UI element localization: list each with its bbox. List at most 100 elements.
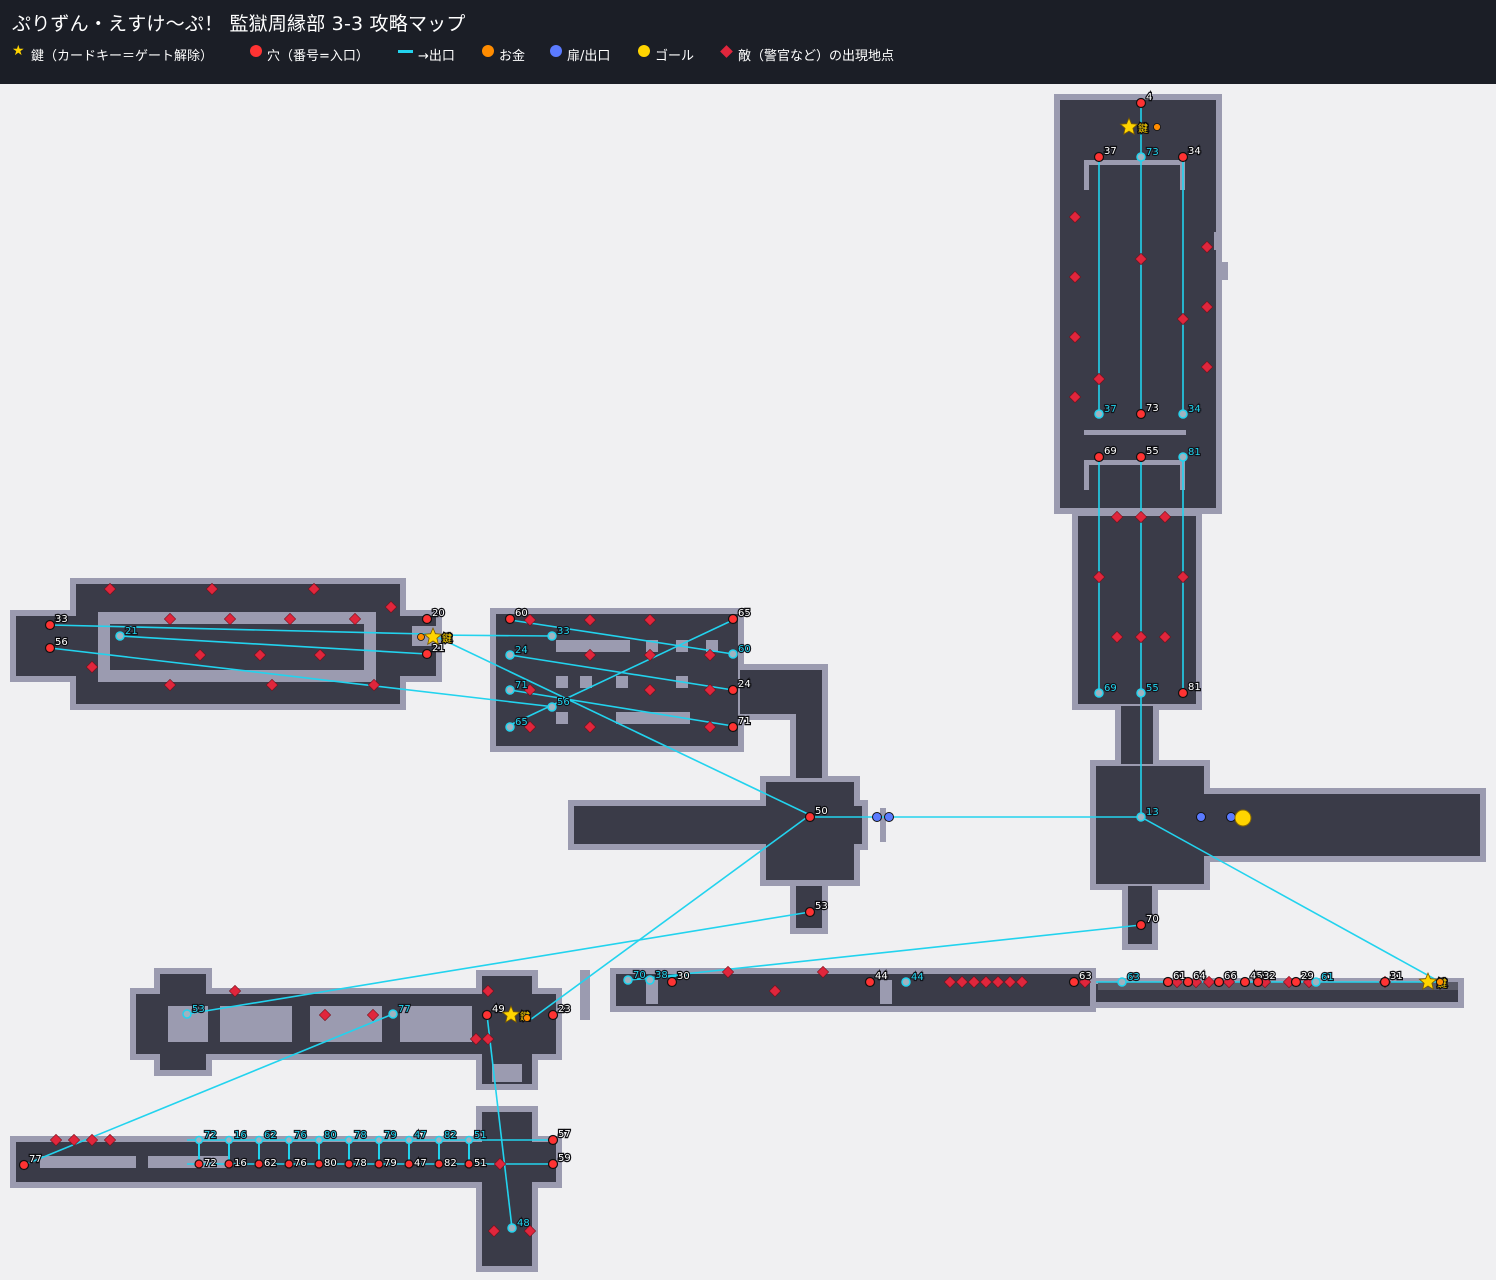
hole-number-label: 32 <box>1263 971 1276 982</box>
hole-dot-icon <box>250 45 262 57</box>
exit-marker-icon <box>547 702 557 712</box>
hole-marker-icon <box>1093 451 1105 463</box>
exit-number-label: 51 <box>474 1130 487 1141</box>
room-floor <box>1121 706 1153 764</box>
hole-number-label: 49 <box>492 1004 505 1015</box>
exit-marker-icon <box>901 977 911 987</box>
wall-block <box>616 676 628 688</box>
hole-number-label: 77 <box>29 1154 42 1165</box>
exit-number-label: 76 <box>294 1130 307 1141</box>
exit-number-label: 65 <box>515 717 528 728</box>
legend-label: 扉/出口 <box>567 48 611 64</box>
exit-number-label: 56 <box>557 697 570 708</box>
money-dot-icon <box>482 45 494 57</box>
hole-marker-icon <box>1379 976 1391 988</box>
wall-block <box>1084 430 1186 435</box>
wall-block <box>98 612 376 624</box>
hole-marker-icon <box>1093 151 1105 163</box>
exit-number-label: 13 <box>1146 807 1159 818</box>
hole-number-label: 70 <box>1146 914 1159 925</box>
exit-number-label: 21 <box>125 626 138 637</box>
exit-marker-icon <box>434 1135 444 1145</box>
exit-number-label: 38 <box>655 970 668 981</box>
exit-marker-icon <box>284 1135 294 1145</box>
hole-number-label: 69 <box>1104 446 1117 457</box>
hole-marker-icon <box>464 1159 474 1169</box>
exit-number-label: 73 <box>1146 147 1159 158</box>
wall-block <box>364 612 376 682</box>
hole-number-label: 33 <box>55 614 68 625</box>
hole-number-label: 60 <box>515 608 528 619</box>
star-icon: ★ <box>12 43 25 59</box>
hole-marker-icon <box>727 613 739 625</box>
legend-item-hole: 穴（番号=入口） <box>250 44 369 64</box>
key-label: 鍵 <box>1138 122 1148 135</box>
hole-marker-icon <box>1177 687 1189 699</box>
hole-number-label: 73 <box>1146 403 1159 414</box>
door-dot-icon <box>550 45 562 57</box>
exit-number-label: 24 <box>515 645 528 656</box>
exit-number-label: 37 <box>1104 404 1117 415</box>
legend-item-enemy: 敵（警官など）の出現地点 <box>720 44 894 64</box>
exit-number-label: 71 <box>515 680 528 691</box>
hole-marker-icon <box>434 1159 444 1169</box>
hole-marker-icon <box>727 684 739 696</box>
hole-number-label: 16 <box>234 1158 247 1169</box>
room-floor <box>76 584 400 704</box>
map-canvas[interactable]: 73 37 34 69 55 81 21 60 33 24 71 56 65 13 53 77 48 70 38 44… <box>0 84 1496 1280</box>
exit-number-label: 63 <box>1127 972 1140 983</box>
door-dot-icon <box>884 812 894 822</box>
exit-marker-icon <box>194 1135 204 1145</box>
hole-marker-icon <box>284 1159 294 1169</box>
hole-marker-icon <box>547 1158 559 1170</box>
legend-item-door: 扉/出口 <box>550 44 610 64</box>
hole-number-label: 78 <box>354 1158 367 1169</box>
hole-number-label: 56 <box>55 637 68 648</box>
hole-marker-icon <box>44 619 56 631</box>
wall-block <box>556 640 630 652</box>
exit-marker-icon <box>505 685 515 695</box>
hole-marker-icon <box>1135 919 1147 931</box>
hole-number-label: 59 <box>558 1153 571 1164</box>
exit-marker-icon <box>182 1009 192 1019</box>
door-dot-icon <box>1196 812 1206 822</box>
wall-block <box>220 1006 292 1042</box>
enemy-diamond-icon <box>720 44 733 58</box>
hole-number-label: 34 <box>1188 146 1201 157</box>
hole-marker-icon <box>254 1159 264 1169</box>
hole-marker-icon <box>374 1159 384 1169</box>
page-title: ぷりずん・えすけ〜ぷ！ 監獄周縁部 3-3 攻略マップ <box>12 13 466 35</box>
exit-number-label: 69 <box>1104 683 1117 694</box>
hole-number-label: 30 <box>677 971 690 982</box>
wall-block <box>492 1064 522 1082</box>
exit-number-label: 53 <box>192 1004 205 1015</box>
hole-marker-icon <box>481 1009 493 1021</box>
exit-marker-icon <box>1136 152 1146 162</box>
exit-marker-icon <box>224 1135 234 1145</box>
door-dot-icon <box>1226 812 1236 822</box>
hole-marker-icon <box>1239 976 1251 988</box>
wall-block <box>880 808 886 842</box>
hole-marker-icon <box>1135 97 1147 109</box>
hole-marker-icon <box>1213 976 1225 988</box>
hole-number-label: 44 <box>875 971 888 982</box>
exit-marker-icon <box>1178 452 1188 462</box>
hole-number-label: 80 <box>324 1158 337 1169</box>
hole-number-label: 20 <box>432 608 445 619</box>
money-dot-icon <box>1153 123 1161 131</box>
hole-marker-icon <box>864 976 876 988</box>
exit-marker-icon <box>1136 688 1146 698</box>
hole-number-label: 71 <box>738 716 751 727</box>
legend-label: 穴（番号=入口） <box>267 48 369 64</box>
wall-block <box>556 712 568 724</box>
wall-block <box>580 676 592 688</box>
hole-marker-icon <box>404 1159 414 1169</box>
hole-marker-icon <box>18 1159 30 1171</box>
exit-number-label: 78 <box>354 1130 367 1141</box>
hole-marker-icon <box>1290 976 1302 988</box>
hole-marker-icon <box>1162 976 1174 988</box>
hole-number-label: 76 <box>294 1158 307 1169</box>
money-dot-icon <box>417 633 425 641</box>
wall-block <box>40 1156 136 1168</box>
hole-marker-icon <box>421 613 433 625</box>
